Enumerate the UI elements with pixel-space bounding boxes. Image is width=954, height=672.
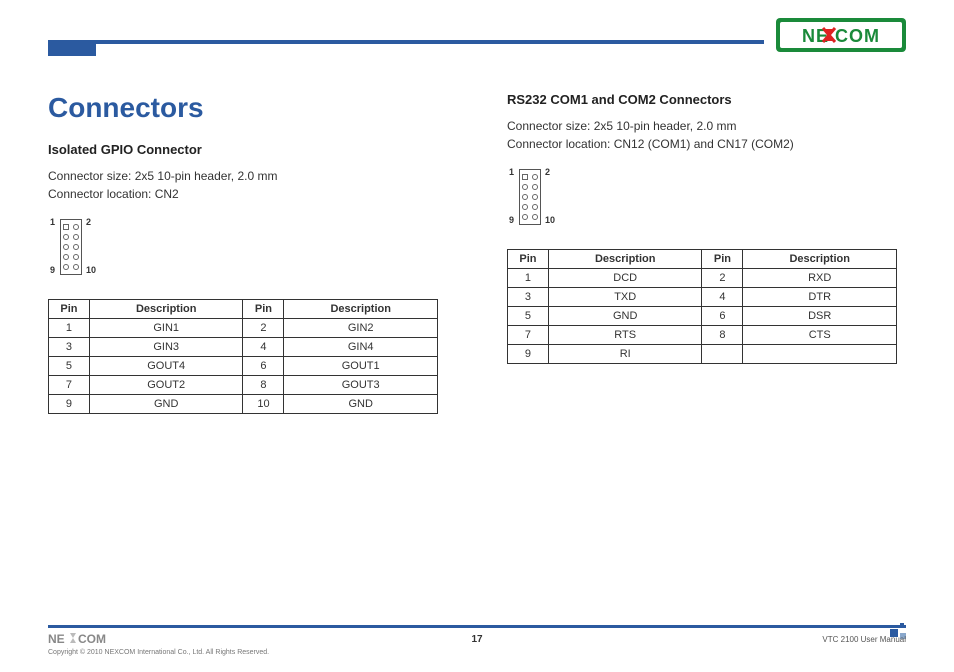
table-cell: RI [548, 345, 702, 364]
table-header-row: Pin Description Pin Description [508, 250, 897, 269]
table-cell: 4 [243, 338, 284, 357]
table-cell: 10 [243, 395, 284, 414]
table-cell: 9 [508, 345, 549, 364]
table-cell: GIN2 [284, 319, 438, 338]
brand-logo-footer: NE COM [48, 630, 118, 648]
table-cell: 1 [49, 319, 90, 338]
table-cell: GIN4 [284, 338, 438, 357]
table-cell: 8 [702, 326, 743, 345]
table-cell: RTS [548, 326, 702, 345]
table-row: 5GND6DSR [508, 307, 897, 326]
table-cell: 5 [49, 357, 90, 376]
svg-text:COM: COM [78, 632, 106, 646]
table-cell: 7 [49, 376, 90, 395]
pin-label-9: 9 [509, 215, 514, 225]
left-connector-info: Connector size: 2x5 10-pin header, 2.0 m… [48, 167, 447, 203]
table-cell: TXD [548, 288, 702, 307]
pin-label-2: 2 [86, 217, 91, 227]
table-cell: 4 [702, 288, 743, 307]
header-rule [48, 40, 764, 44]
table-cell: 5 [508, 307, 549, 326]
table-cell: GIN3 [89, 338, 243, 357]
pin-label-9: 9 [50, 265, 55, 275]
right-column: RS232 COM1 and COM2 Connectors Connector… [507, 92, 906, 414]
table-cell: RXD [743, 269, 897, 288]
table-cell: 7 [508, 326, 549, 345]
table-cell: DTR [743, 288, 897, 307]
pin-label-1: 1 [50, 217, 55, 227]
table-cell: 3 [49, 338, 90, 357]
page-number: 17 [471, 634, 482, 645]
right-connector-info: Connector size: 2x5 10-pin header, 2.0 m… [507, 117, 906, 153]
table-cell: GOUT1 [284, 357, 438, 376]
table-row: 3TXD4DTR [508, 288, 897, 307]
table-row: 3GIN34GIN4 [49, 338, 438, 357]
table-row: 7RTS8CTS [508, 326, 897, 345]
left-size-text: Connector size: 2x5 10-pin header, 2.0 m… [48, 167, 447, 185]
table-cell: DCD [548, 269, 702, 288]
doc-ref: VTC 2100 User Manual [822, 635, 906, 644]
table-cell: GOUT4 [89, 357, 243, 376]
table-cell [702, 345, 743, 364]
table-cell [743, 345, 897, 364]
table-cell: 2 [702, 269, 743, 288]
table-cell: 1 [508, 269, 549, 288]
table-row: 1DCD2RXD [508, 269, 897, 288]
table-cell: GOUT2 [89, 376, 243, 395]
page-title: Connectors [48, 92, 447, 124]
pin-label-10: 10 [545, 215, 555, 225]
table-cell: 3 [508, 288, 549, 307]
table-cell: 6 [243, 357, 284, 376]
left-subtitle: Isolated GPIO Connector [48, 142, 447, 157]
table-cell: 6 [702, 307, 743, 326]
pin-label-2: 2 [545, 167, 550, 177]
svg-text:NE COM: NE COM [802, 26, 880, 46]
table-row: 7GOUT28GOUT3 [49, 376, 438, 395]
table-row: 5GOUT46GOUT1 [49, 357, 438, 376]
table-cell: GIN1 [89, 319, 243, 338]
table-row: 9GND10GND [49, 395, 438, 414]
table-header-row: Pin Description Pin Description [49, 300, 438, 319]
table-row: 9RI [508, 345, 897, 364]
table-cell: 8 [243, 376, 284, 395]
left-loc-text: Connector location: CN2 [48, 185, 447, 203]
table-cell: GND [284, 395, 438, 414]
right-loc-text: Connector location: CN12 (COM1) and CN17… [507, 135, 906, 153]
pin-label-1: 1 [509, 167, 514, 177]
brand-logo-top: NE COM [776, 18, 906, 52]
svg-text:NE: NE [48, 632, 65, 646]
right-size-text: Connector size: 2x5 10-pin header, 2.0 m… [507, 117, 906, 135]
copyright-text: Copyright © 2010 NEXCOM International Co… [48, 649, 906, 656]
left-pin-diagram: 1 2 9 10 [48, 217, 128, 281]
table-cell: 2 [243, 319, 284, 338]
page-footer: NE COM 17 VTC 2100 User Manual Copyright… [48, 625, 906, 656]
table-cell: GOUT3 [284, 376, 438, 395]
header-accent-block [48, 44, 96, 56]
right-pin-diagram: 1 2 9 10 [507, 167, 587, 231]
table-cell: DSR [743, 307, 897, 326]
table-row: 1GIN12GIN2 [49, 319, 438, 338]
footer-rule [48, 625, 906, 628]
left-column: Connectors Isolated GPIO Connector Conne… [48, 92, 447, 414]
table-cell: GND [89, 395, 243, 414]
right-subtitle: RS232 COM1 and COM2 Connectors [507, 92, 906, 107]
left-pin-table: Pin Description Pin Description 1GIN12GI… [48, 299, 438, 414]
pin-label-10: 10 [86, 265, 96, 275]
table-cell: 9 [49, 395, 90, 414]
table-cell: CTS [743, 326, 897, 345]
table-cell: GND [548, 307, 702, 326]
right-pin-table: Pin Description Pin Description 1DCD2RXD… [507, 249, 897, 364]
